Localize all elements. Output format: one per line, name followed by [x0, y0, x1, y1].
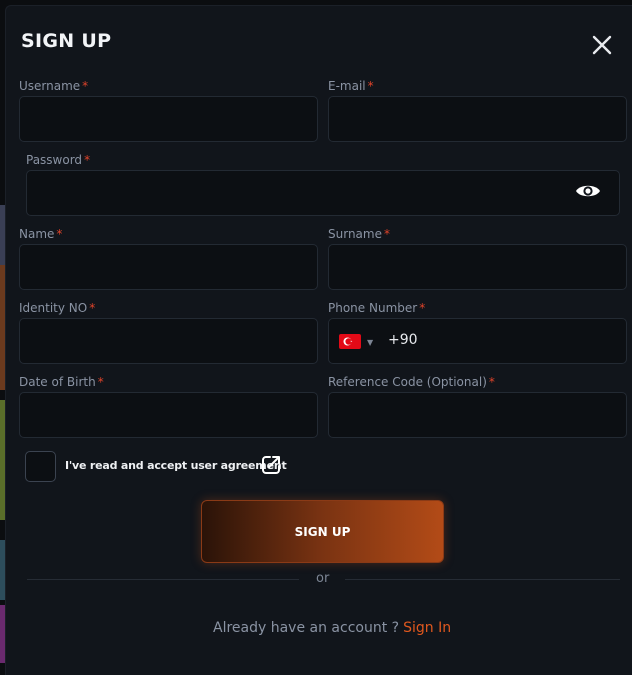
close-icon[interactable] [589, 32, 615, 58]
username-label: Username * [19, 79, 89, 93]
password-input[interactable] [26, 170, 620, 216]
name-label: Name * [19, 227, 63, 241]
identity-input[interactable] [19, 318, 318, 364]
divider-right [345, 579, 620, 580]
email-label: E-mail * [328, 79, 374, 93]
identity-label: Identity NO * [19, 301, 96, 315]
reference-label: Reference Code (Optional) * [328, 375, 495, 389]
username-input[interactable] [19, 96, 318, 142]
divider-left [27, 579, 299, 580]
chevron-down-icon[interactable]: ▼ [367, 338, 373, 347]
external-link-icon[interactable] [259, 453, 283, 477]
signin-prompt: Already have an account ? Sign In [213, 620, 451, 636]
phone-label: Phone Number * [328, 301, 426, 315]
divider-text: or [316, 571, 330, 586]
eye-icon[interactable] [575, 182, 601, 200]
agreement-label: I've read and accept user agreement [65, 459, 287, 472]
dial-code: +90 [388, 332, 418, 348]
name-input[interactable] [19, 244, 318, 290]
modal-title: SIGN UP [21, 30, 112, 52]
surname-input[interactable] [328, 244, 627, 290]
signup-button[interactable]: SIGN UP [201, 500, 444, 563]
signin-link[interactable]: Sign In [403, 620, 451, 636]
reference-input[interactable] [328, 392, 627, 438]
signin-prompt-text: Already have an account ? [213, 620, 400, 636]
surname-label: Surname * [328, 227, 390, 241]
password-label: Password * [26, 153, 91, 167]
dob-label: Date of Birth * [19, 375, 104, 389]
email-input[interactable] [328, 96, 627, 142]
agreement-checkbox[interactable] [25, 451, 56, 482]
dob-input[interactable] [19, 392, 318, 438]
turkey-flag-icon[interactable] [339, 334, 361, 349]
